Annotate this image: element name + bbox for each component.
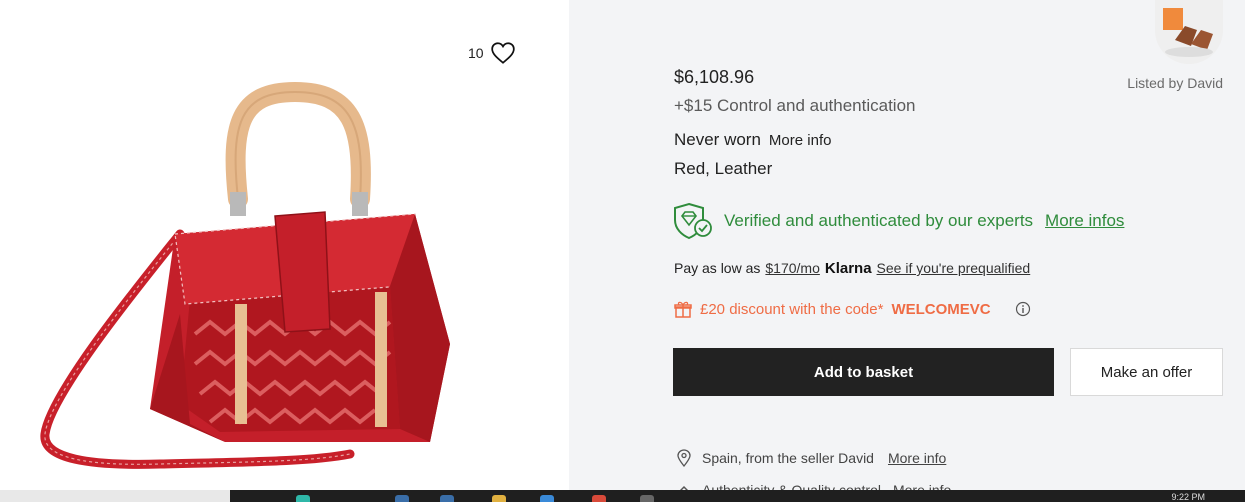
klarna-financing: Pay as low as $170/mo Klarna See if you'…	[674, 260, 1030, 277]
verified-text: Verified and authenticated by our expert…	[724, 211, 1034, 230]
klarna-logo: Klarna	[824, 260, 872, 277]
info-icon[interactable]	[1015, 301, 1031, 317]
klarna-prefix: Pay as low as	[674, 260, 761, 276]
product-image-handbag[interactable]	[30, 64, 480, 484]
klarna-prequalify-link[interactable]: See if you're prequalified	[877, 260, 1031, 276]
taskbar-app-icon[interactable]	[640, 495, 654, 502]
discount-text: £20 discount with the code*	[700, 300, 884, 318]
taskbar-app-icon[interactable]	[592, 495, 606, 502]
taskbar-app-icon[interactable]	[540, 495, 554, 502]
taskbar-search-area[interactable]	[0, 490, 230, 502]
verified-more-infos-link[interactable]: More infos	[1045, 211, 1124, 231]
like-counter[interactable]: 10	[468, 40, 516, 66]
product-gallery: 10	[0, 0, 569, 490]
gift-icon	[674, 301, 692, 318]
seller-label[interactable]: Listed by David	[1127, 75, 1223, 91]
discount-banner: £20 discount with the code* WELCOMEVC	[674, 300, 1031, 318]
shield-diamond-icon	[674, 202, 712, 240]
add-to-basket-button[interactable]: Add to basket	[673, 348, 1054, 396]
make-offer-button[interactable]: Make an offer	[1070, 348, 1223, 396]
location-text: Spain, from the seller David	[702, 450, 874, 466]
condition-text: Never worn	[674, 130, 761, 149]
location-pin-icon	[677, 449, 691, 467]
verified-banner: Verified and authenticated by our expert…	[672, 202, 1124, 240]
discount-code: WELCOMEVC	[891, 300, 991, 318]
like-count: 10	[468, 45, 484, 61]
location-more-info-link[interactable]: More info	[888, 450, 946, 466]
taskbar-app-icon[interactable]	[296, 495, 310, 502]
seller-location: Spain, from the seller David More info	[676, 449, 946, 467]
authentication-fee: +$15 Control and authentication	[674, 96, 916, 115]
condition-more-info-link[interactable]: More info	[769, 132, 832, 149]
taskbar-app-icon[interactable]	[440, 495, 454, 502]
listing-details-panel	[569, 0, 1245, 490]
taskbar-clock[interactable]: 9:22 PM	[1171, 492, 1205, 502]
taskbar-app-icon[interactable]	[492, 495, 506, 502]
heart-icon[interactable]	[490, 40, 516, 66]
os-taskbar: 9:22 PM	[0, 490, 1245, 502]
taskbar-app-icon[interactable]	[395, 495, 409, 502]
item-condition: Never worn More info	[674, 130, 831, 150]
color-material: Red, Leather	[674, 159, 773, 178]
price: $6,108.96	[674, 67, 755, 87]
klarna-amount-link[interactable]: $170/mo	[765, 260, 819, 276]
